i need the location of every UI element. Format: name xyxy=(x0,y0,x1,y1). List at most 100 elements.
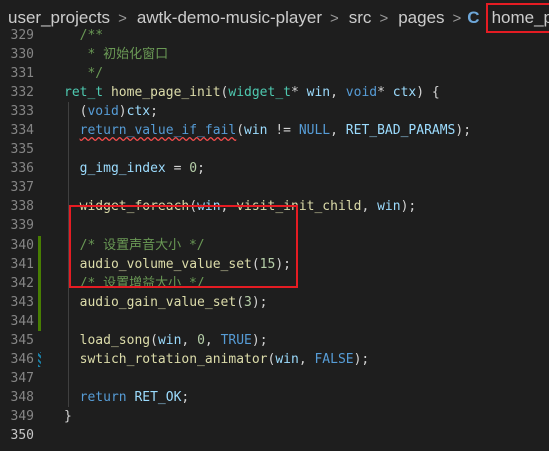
code-text: ret_t home_page_init(widget_t* win, void… xyxy=(64,83,440,102)
code-token: , xyxy=(204,332,221,348)
line-number: 339 xyxy=(10,218,34,234)
code-token: , xyxy=(181,332,198,348)
code-token: = xyxy=(165,161,190,177)
code-line[interactable]: 344 xyxy=(0,311,549,331)
code-token: win xyxy=(197,199,221,215)
line-number: 330 xyxy=(10,47,34,63)
code-token: ); xyxy=(353,351,370,367)
code-line[interactable]: 335 xyxy=(0,140,549,160)
line-number: 331 xyxy=(10,66,34,82)
code-token: ); xyxy=(275,256,291,272)
code-line[interactable]: 350 xyxy=(0,426,549,445)
breadcrumb-file-name: home_page.c xyxy=(491,8,549,27)
breadcrumb-item-user-projects[interactable]: user_projects xyxy=(0,8,110,28)
c-file-icon: C xyxy=(467,8,480,27)
indent-guide xyxy=(68,178,69,198)
breadcrumb-item-src[interactable]: src xyxy=(343,8,372,28)
code-editor[interactable]: 329 /** 330 * 初始化窗口 331 */332 ret_t home_pa… xyxy=(0,26,549,445)
code-token: , xyxy=(298,351,315,367)
code-line[interactable]: 346 swtich_rotation_animator(win, FALSE)… xyxy=(0,349,549,369)
code-token: * 初始化窗口 xyxy=(64,47,169,63)
indent-guide xyxy=(68,368,69,388)
code-token: ( xyxy=(236,123,245,139)
line-number: 341 xyxy=(10,256,34,272)
code-line[interactable]: 333 (void)ctx; xyxy=(0,102,549,122)
code-token: swtich_rotation_animator xyxy=(79,351,268,367)
code-token: /* 设置增益大小 */ xyxy=(64,275,205,291)
code-line[interactable]: 330 * 初始化窗口 xyxy=(0,45,549,64)
code-token: , xyxy=(220,199,237,215)
code-token: ( xyxy=(251,256,260,272)
code-token: win xyxy=(377,199,401,215)
line-number: 349 xyxy=(10,408,34,424)
code-token: NULL xyxy=(298,123,331,139)
code-line[interactable]: 329 /** xyxy=(0,26,549,45)
code-token: */ xyxy=(64,66,104,82)
code-text: (void)ctx; xyxy=(64,102,158,121)
code-text: load_song(win, 0, TRUE); xyxy=(64,331,268,350)
code-line[interactable]: 341 audio_volume_value_set(15); xyxy=(0,254,549,274)
code-line[interactable]: 331 */ xyxy=(0,64,549,83)
line-number: 348 xyxy=(10,389,34,405)
code-token: void xyxy=(345,85,378,101)
code-text: g_img_index = 0; xyxy=(64,159,205,178)
code-token: load_song xyxy=(79,332,151,348)
breadcrumb-item-pages[interactable]: pages xyxy=(392,8,444,28)
line-number: 335 xyxy=(10,142,34,158)
line-number: 340 xyxy=(10,237,34,253)
modified-line-marker xyxy=(38,311,41,331)
code-line[interactable]: 336 g_img_index = 0; xyxy=(0,159,549,179)
code-line[interactable]: 345 load_song(win, 0, TRUE); xyxy=(0,330,549,350)
code-line[interactable]: 337 xyxy=(0,178,549,198)
line-number: 329 xyxy=(10,28,34,43)
code-token: , xyxy=(361,199,378,215)
code-line[interactable]: 349} xyxy=(0,407,549,426)
code-token: ( xyxy=(150,332,158,348)
code-token: ) xyxy=(118,104,127,120)
code-token: ; xyxy=(181,389,190,405)
line-number: 344 xyxy=(10,313,34,329)
code-line[interactable]: 347 xyxy=(0,368,549,388)
code-text: */ xyxy=(64,64,103,83)
code-text: audio_gain_value_set(3); xyxy=(64,293,268,312)
code-token: widget_t xyxy=(228,85,291,101)
code-line[interactable]: 340 /* 设置声音大小 */ xyxy=(0,235,549,255)
code-line[interactable]: 343 audio_gain_value_set(3); xyxy=(0,292,549,312)
code-text: return RET_OK; xyxy=(64,388,190,407)
code-token: ( xyxy=(189,199,198,215)
code-text: /** xyxy=(64,26,104,45)
code-text: swtich_rotation_animator(win, FALSE); xyxy=(64,350,370,369)
code-token: ret_t xyxy=(64,85,104,101)
code-token: /* 设置声音大小 */ xyxy=(64,237,205,253)
line-number: 334 xyxy=(10,123,34,139)
code-line[interactable]: 332 ret_t home_page_init(widget_t* win, v… xyxy=(0,83,549,102)
code-line[interactable]: 339 xyxy=(0,216,549,236)
code-token: TRUE xyxy=(220,332,252,348)
code-line[interactable]: 334 return_value_if_fail(win != NULL, RE… xyxy=(0,121,549,141)
code-token: ctx xyxy=(126,104,151,120)
code-line[interactable]: 342 /* 设置增益大小 */ xyxy=(0,273,549,293)
code-line[interactable]: 338 widget_foreach(win, visit_init_child… xyxy=(0,197,549,217)
code-token: ); xyxy=(455,123,472,139)
code-token: /** xyxy=(64,28,104,43)
code-token: widget_foreach xyxy=(79,199,190,215)
breadcrumb-item-project[interactable]: awtk-demo-music-player xyxy=(131,8,322,28)
code-line[interactable]: 348 return RET_OK; xyxy=(0,387,549,407)
code-text: /* 设置增益大小 */ xyxy=(64,274,205,293)
indent-guide xyxy=(68,311,69,331)
modified-line-marker xyxy=(38,235,41,255)
code-token: win xyxy=(275,351,299,367)
code-token: win xyxy=(244,123,268,139)
code-token: win xyxy=(157,332,182,348)
line-number: 337 xyxy=(10,180,34,196)
code-token: ); xyxy=(400,199,417,215)
code-token: 15 xyxy=(259,256,276,272)
code-token: } xyxy=(64,408,72,424)
code-token: RET_BAD_PARAMS xyxy=(345,123,456,139)
modified-line-marker xyxy=(38,292,41,312)
